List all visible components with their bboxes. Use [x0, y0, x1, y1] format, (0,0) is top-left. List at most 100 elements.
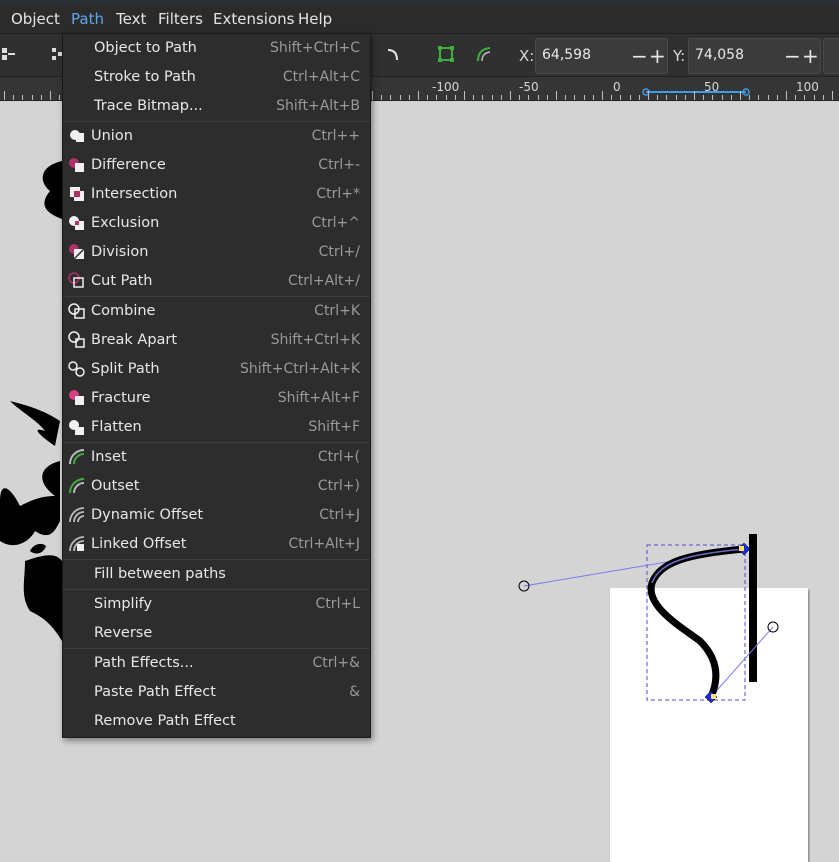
- menu-item-label: Fill between paths: [94, 566, 226, 582]
- menu-item-outset[interactable]: Outset Ctrl+): [63, 472, 370, 501]
- menu-filters[interactable]: Filters: [158, 10, 203, 28]
- menu-text[interactable]: Text: [116, 10, 146, 28]
- make-curve-icon[interactable]: [385, 46, 403, 64]
- menu-item-fill-between-paths[interactable]: Fill between paths: [63, 560, 370, 589]
- ruler-tick: [639, 95, 640, 100]
- menu-item-shortcut: Ctrl+Alt+/: [287, 273, 360, 289]
- ruler-tick: [832, 91, 833, 100]
- ruler-tick: [400, 95, 401, 100]
- ruler-tick: [777, 95, 778, 100]
- menu-item-shortcut: &: [349, 684, 360, 700]
- ruler-tick: [50, 91, 51, 100]
- menu-item-inset[interactable]: Inset Ctrl+(: [63, 443, 370, 472]
- menu-item-simplify[interactable]: Simplify Ctrl+L: [63, 590, 370, 619]
- menu-extensions[interactable]: Extensions: [213, 10, 294, 28]
- show-bbox-icon[interactable]: [437, 45, 455, 63]
- split-path-icon: [68, 360, 86, 378]
- menu-item-label: Inset: [91, 449, 127, 465]
- intersection-icon: [68, 185, 86, 203]
- menu-item-shortcut: Shift+Alt+F: [277, 390, 360, 406]
- y-decrement-button[interactable]: −: [784, 44, 801, 68]
- menu-item-combine[interactable]: Combine Ctrl+K: [63, 297, 370, 326]
- path-outline-icon[interactable]: [475, 45, 493, 63]
- menu-item-path-effects[interactable]: Path Effects... Ctrl+&: [63, 649, 370, 678]
- y-value: 74,058: [695, 47, 744, 63]
- ruler-tick: [473, 95, 474, 100]
- ruler-tick: [390, 95, 391, 100]
- menu-item-shortcut: Ctrl++: [311, 128, 360, 144]
- dynamic-offset-icon: [68, 506, 86, 524]
- ruler-tick: [501, 95, 502, 100]
- selected-path-artwork[interactable]: [510, 521, 790, 711]
- menu-item-label: Reverse: [94, 625, 153, 641]
- ruler-tick: [620, 95, 621, 100]
- width-field[interactable]: [823, 38, 839, 74]
- node-tool-icon[interactable]: [0, 44, 16, 64]
- menu-item-shortcut: Ctrl+Alt+J: [288, 536, 360, 552]
- menu-item-shortcut: Ctrl+Alt+C: [282, 69, 360, 85]
- menu-item-cut-path[interactable]: Cut Path Ctrl+Alt+/: [63, 267, 370, 296]
- break-apart-icon: [68, 331, 86, 349]
- ruler-tick: [593, 95, 594, 100]
- menu-item-intersection[interactable]: Intersection Ctrl+*: [63, 180, 370, 209]
- ruler-tick: [4, 91, 5, 100]
- ruler-tick: [381, 95, 382, 100]
- menu-item-label: Linked Offset: [91, 536, 187, 552]
- menu-item-shortcut: Ctrl+): [317, 478, 360, 494]
- menu-item-stroke-to-path[interactable]: Stroke to Path Ctrl+Alt+C: [63, 63, 370, 92]
- menu-separator: [63, 648, 370, 649]
- ruler-tick: [795, 95, 796, 100]
- ruler-tick: [22, 95, 23, 100]
- menu-item-paste-path-effect[interactable]: Paste Path Effect &: [63, 678, 370, 707]
- menu-item-label: Flatten: [91, 419, 142, 435]
- ruler-tick: [722, 95, 723, 100]
- x-increment-button[interactable]: +: [649, 44, 666, 68]
- ruler-tick: [703, 95, 704, 100]
- menu-item-label: Combine: [91, 303, 156, 319]
- ruler-tick: [538, 95, 539, 100]
- x-label: X:: [519, 47, 535, 65]
- x-coordinate-field[interactable]: 64,598 − +: [535, 38, 668, 74]
- menu-item-linked-offset[interactable]: Linked Offset Ctrl+Alt+J: [63, 530, 370, 559]
- menu-separator: [63, 442, 370, 443]
- menu-help[interactable]: Help: [298, 10, 332, 28]
- ruler-tick: [602, 91, 603, 100]
- y-increment-button[interactable]: +: [802, 44, 819, 68]
- menu-item-label: Simplify: [94, 596, 153, 612]
- menu-item-label: Paste Path Effect: [94, 684, 216, 700]
- ruler-tick: [409, 95, 410, 100]
- ruler-tick: [648, 91, 649, 100]
- y-label: Y:: [673, 47, 686, 65]
- menu-item-flatten[interactable]: Flatten Shift+F: [63, 413, 370, 442]
- ruler-tick: [482, 95, 483, 100]
- menu-item-trace-bitmap[interactable]: Trace Bitmap... Shift+Alt+B: [63, 92, 370, 121]
- menu-item-object-to-path[interactable]: Object to Path Shift+Ctrl+C: [63, 34, 370, 63]
- menu-item-dynamic-offset[interactable]: Dynamic Offset Ctrl+J: [63, 501, 370, 530]
- y-coordinate-field[interactable]: 74,058 − +: [688, 38, 821, 74]
- menu-item-label: Fracture: [91, 390, 151, 406]
- menu-item-fracture[interactable]: Fracture Shift+Alt+F: [63, 384, 370, 413]
- ruler-tick: [740, 91, 741, 100]
- x-decrement-button[interactable]: −: [631, 44, 648, 68]
- ruler-tick: [584, 95, 585, 100]
- ruler-tick: [685, 95, 686, 100]
- menu-item-shortcut: Ctrl+^: [311, 215, 360, 231]
- menu-object[interactable]: Object: [11, 10, 60, 28]
- ruler-label: -50: [519, 80, 539, 94]
- menu-item-label: Union: [91, 128, 133, 144]
- ruler-tick: [455, 95, 456, 100]
- menu-item-division[interactable]: Division Ctrl+/: [63, 238, 370, 267]
- menu-item-union[interactable]: Union Ctrl++: [63, 122, 370, 151]
- menu-item-label: Difference: [91, 157, 166, 173]
- ruler-tick: [630, 95, 631, 100]
- menu-item-split-path[interactable]: Split Path Shift+Ctrl+Alt+K: [63, 355, 370, 384]
- menu-item-break-apart[interactable]: Break Apart Shift+Ctrl+K: [63, 326, 370, 355]
- ruler-tick: [418, 91, 419, 100]
- menu-item-reverse[interactable]: Reverse: [63, 619, 370, 648]
- menu-path[interactable]: Path: [71, 10, 104, 28]
- ruler-tick: [804, 95, 805, 100]
- menu-item-difference[interactable]: Difference Ctrl+-: [63, 151, 370, 180]
- menu-item-remove-path-effect[interactable]: Remove Path Effect: [63, 707, 370, 736]
- menu-item-exclusion[interactable]: Exclusion Ctrl+^: [63, 209, 370, 238]
- menu-item-label: Exclusion: [91, 215, 160, 231]
